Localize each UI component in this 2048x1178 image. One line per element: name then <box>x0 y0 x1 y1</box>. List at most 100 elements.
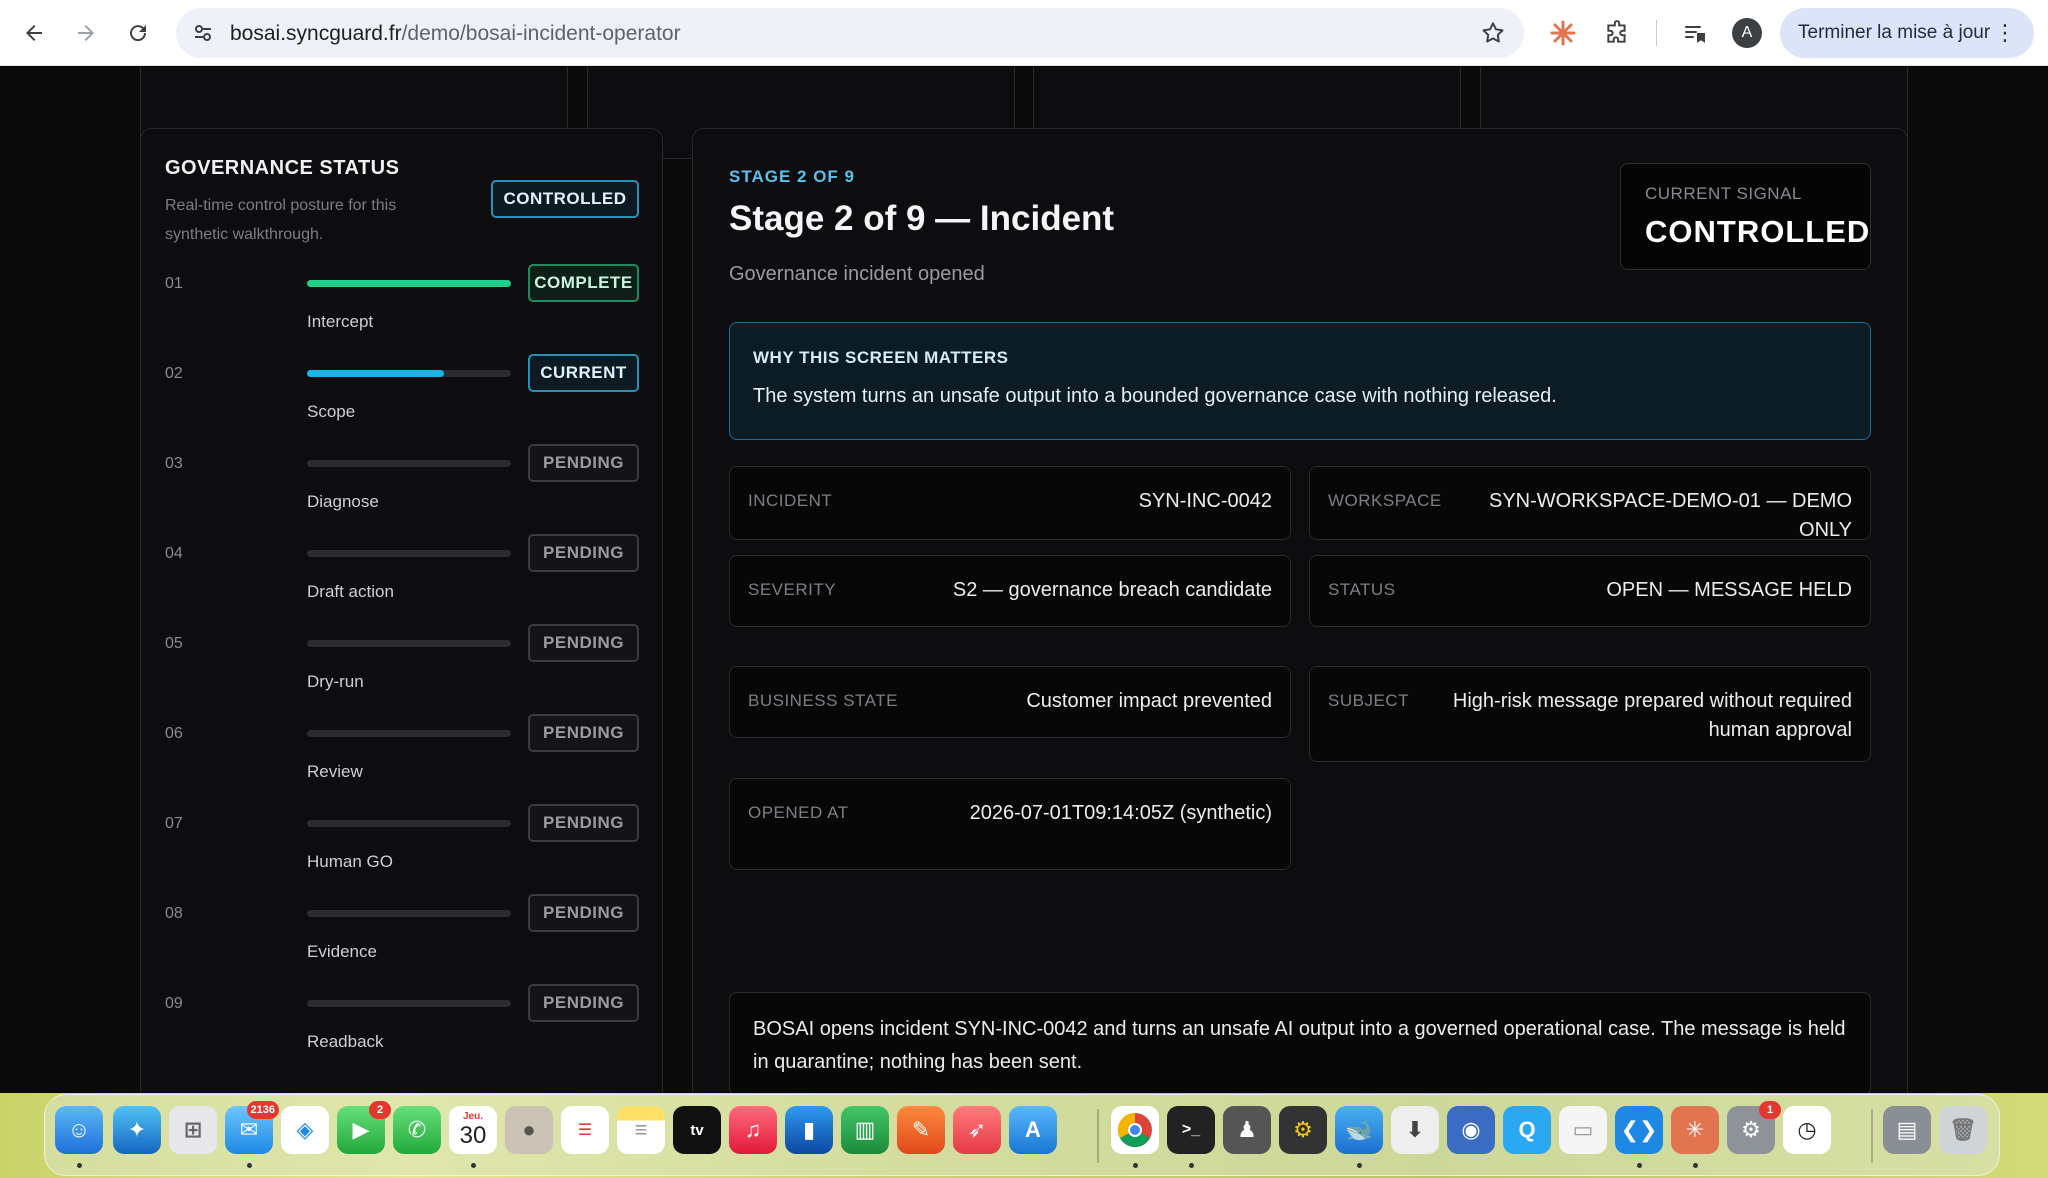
step-number: 01 <box>165 275 183 292</box>
clock-icon[interactable]: ◷ <box>1783 1106 1831 1154</box>
field-value: High-risk message prepared without requi… <box>1452 690 1852 741</box>
facetime-badge: 2 <box>369 1101 391 1119</box>
extensions-puzzle-icon[interactable] <box>1602 18 1632 48</box>
step-progress-bar <box>307 280 511 287</box>
calendar-day: 30 <box>459 1121 487 1149</box>
reminders-icon[interactable]: ☰ <box>561 1106 609 1154</box>
app-store-icon[interactable]: A <box>1009 1106 1057 1154</box>
finder-icon[interactable]: ☺ <box>55 1106 103 1154</box>
docker-icon[interactable]: 🐋 <box>1335 1106 1383 1154</box>
reading-list-icon[interactable] <box>1680 18 1710 48</box>
safari-icon[interactable]: ✦ <box>113 1106 161 1154</box>
notes-icon[interactable]: ≡ <box>617 1106 665 1154</box>
page-content: GOVERNANCE STATUS Real-time control post… <box>0 67 2048 1093</box>
stage-panel: STAGE 2 OF 9 Stage 2 of 9 — Incident Gov… <box>692 128 1908 1093</box>
step-number: 02 <box>165 365 183 382</box>
field-value: S2 — governance breach candidate <box>952 579 1272 601</box>
step-status-badge: COMPLETE <box>528 264 639 302</box>
step-progress-bar <box>307 1000 511 1007</box>
more-menu-icon[interactable]: ⋮ <box>1994 20 2016 46</box>
claude-app-icon[interactable]: ✳ <box>1671 1106 1719 1154</box>
step-progress-bar <box>307 370 511 377</box>
forward-icon[interactable] <box>64 11 108 55</box>
disk-app-icon[interactable]: ◉ <box>1447 1106 1495 1154</box>
maps-icon[interactable]: ◈ <box>281 1106 329 1154</box>
music-icon[interactable]: ♫ <box>729 1106 777 1154</box>
field-value: SYN-INC-0042 <box>1138 490 1272 512</box>
address-bar[interactable]: bosai.syncguard.fr/demo/bosai-incident-o… <box>176 8 1524 58</box>
field-key: INCIDENT <box>748 491 833 510</box>
mail-badge: 2136 <box>246 1101 279 1119</box>
reload-icon[interactable] <box>116 11 160 55</box>
field-value: 2026-07-01T09:14:05Z (synthetic) <box>969 802 1272 824</box>
dock-separator <box>1097 1109 1099 1163</box>
profile-avatar[interactable]: A <box>1732 18 1762 48</box>
why-heading: WHY THIS SCREEN MATTERS <box>753 348 1009 367</box>
step-status-badge: CURRENT <box>528 354 639 392</box>
step-number: 06 <box>165 725 183 742</box>
installer-icon[interactable]: ⬇ <box>1391 1106 1439 1154</box>
step-label: Readback <box>307 1032 384 1051</box>
system-settings-icon[interactable]: ⚙ 1 <box>1727 1101 1781 1154</box>
trash-icon[interactable]: 🗑 <box>1939 1106 1987 1154</box>
keynote-icon[interactable]: ▮ <box>785 1106 833 1154</box>
contacts-icon[interactable]: ● <box>505 1106 553 1154</box>
launchpad-icon[interactable]: ⊞ <box>169 1106 217 1154</box>
rocket-app-icon[interactable]: ➶ <box>953 1106 1001 1154</box>
step-status-badge: PENDING <box>528 894 639 932</box>
narrative-text: BOSAI opens incident SYN-INC-0042 and tu… <box>753 1018 1846 1073</box>
step-progress-bar <box>307 640 511 647</box>
field-key: STATUS <box>1328 580 1396 599</box>
running-indicator <box>247 1163 252 1168</box>
chrome-icon[interactable] <box>1111 1106 1159 1154</box>
alien-app-icon[interactable]: ♟ <box>1223 1106 1271 1154</box>
step-status-badge: PENDING <box>528 624 639 662</box>
running-indicator <box>1189 1163 1194 1168</box>
bookmark-star-icon[interactable] <box>1480 20 1506 51</box>
phone-icon[interactable]: ✆ <box>393 1106 441 1154</box>
stage-narrative: BOSAI opens incident SYN-INC-0042 and tu… <box>729 992 1871 1093</box>
facetime-icon[interactable]: ▶ 2 <box>337 1101 391 1154</box>
stage-subtitle: Governance incident opened <box>729 263 985 285</box>
document-app-icon[interactable]: ▭ <box>1559 1106 1607 1154</box>
vscode-icon[interactable]: ❮❯ <box>1615 1106 1663 1154</box>
step-status-badge: PENDING <box>528 804 639 842</box>
severity-field: SEVERITY S2 — governance breach candidat… <box>729 555 1291 627</box>
current-signal-value: CONTROLLED <box>1645 214 1871 249</box>
claude-extension-icon[interactable] <box>1548 18 1578 48</box>
pages-icon[interactable]: ✎ <box>897 1106 945 1154</box>
numbers-icon[interactable]: ▥ <box>841 1106 889 1154</box>
step-status-badge: PENDING <box>528 444 639 482</box>
field-value: OPEN — MESSAGE HELD <box>1606 579 1852 601</box>
step-label: Dry-run <box>307 672 364 691</box>
step-label: Human GO <box>307 852 393 871</box>
mail-icon[interactable]: ✉ 2136 <box>225 1101 279 1154</box>
step-number: 09 <box>165 995 183 1012</box>
field-key: SEVERITY <box>748 580 837 599</box>
step-label: Review <box>307 762 363 781</box>
settings-badge: 1 <box>1759 1101 1781 1119</box>
finish-update-button[interactable]: Terminer la mise à jour ⋮ <box>1780 8 2034 58</box>
step-status-badge: PENDING <box>528 984 639 1022</box>
step-number: 04 <box>165 545 183 562</box>
site-settings-icon[interactable] <box>190 20 216 46</box>
back-icon[interactable] <box>12 11 56 55</box>
running-indicator <box>1133 1163 1138 1168</box>
apple-tv-icon[interactable]: tv <box>673 1106 721 1154</box>
step-number: 08 <box>165 905 183 922</box>
dock: ☺ ✦ ⊞ ✉ 2136 ◈ ▶ 2 ✆ Jeu. 30 ● ☰ ≡ tv ♫ ▮ ▥… <box>44 1094 2000 1176</box>
downloads-stack-icon[interactable]: ▤ <box>1883 1106 1931 1154</box>
terminal-icon[interactable]: >_ <box>1167 1106 1215 1154</box>
step-progress-bar <box>307 730 511 737</box>
step-label: Draft action <box>307 582 394 601</box>
calendar-icon[interactable]: Jeu. 30 <box>449 1106 497 1154</box>
search-app-icon[interactable]: Q <box>1503 1106 1551 1154</box>
workspace-field: WORKSPACE SYN-WORKSPACE-DEMO-01 — DEMO O… <box>1309 466 1871 541</box>
running-indicator <box>77 1163 82 1168</box>
step-number: 07 <box>165 815 183 832</box>
step-number: 05 <box>165 635 183 652</box>
running-indicator <box>1693 1163 1698 1168</box>
url-path: /demo/bosai-incident-operator <box>401 22 681 45</box>
ai-app-icon[interactable]: ⚙ <box>1279 1106 1327 1154</box>
step-status-badge: PENDING <box>528 534 639 572</box>
